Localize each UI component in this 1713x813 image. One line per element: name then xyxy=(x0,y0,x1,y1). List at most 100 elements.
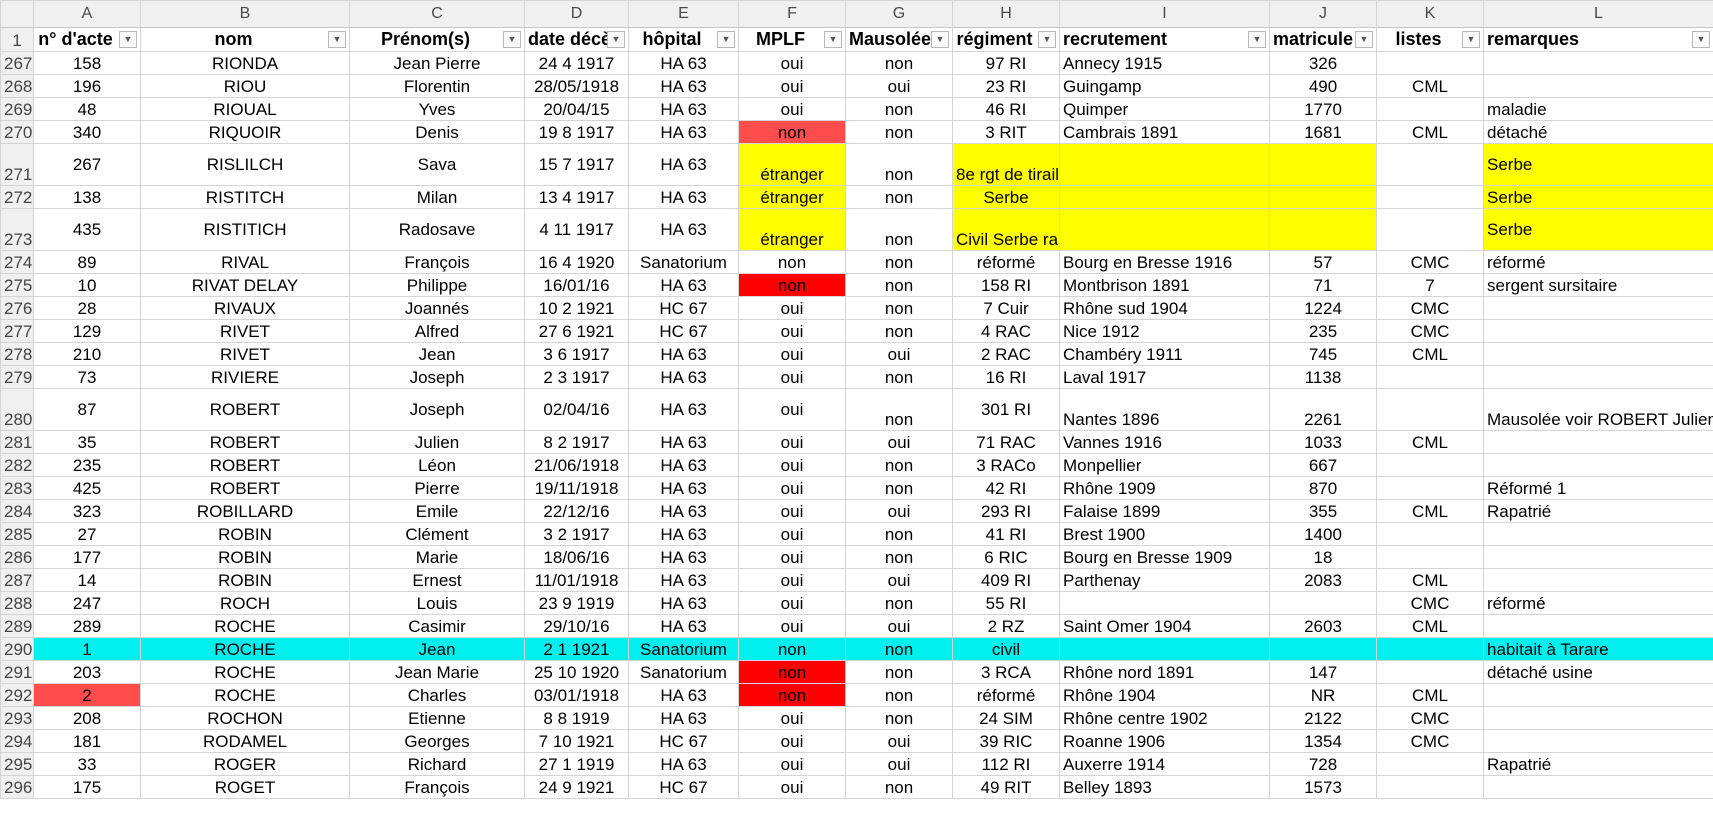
row-number[interactable]: 291 xyxy=(0,660,34,684)
cell-l[interactable] xyxy=(1483,706,1713,730)
cell-f[interactable]: oui xyxy=(738,342,846,366)
column-letter[interactable]: F xyxy=(738,0,846,28)
cell-a[interactable]: 175 xyxy=(33,775,141,799)
cell-a[interactable]: 129 xyxy=(33,319,141,343)
cell-f[interactable]: non xyxy=(738,120,846,144)
cell-f[interactable]: oui xyxy=(738,74,846,98)
cell-l[interactable]: réformé xyxy=(1483,591,1713,615)
cell-k[interactable]: 7 xyxy=(1376,273,1484,297)
cell-i[interactable]: Bourg en Bresse 1909 xyxy=(1059,545,1270,569)
cell-l[interactable] xyxy=(1483,342,1713,366)
header-cell-matricule[interactable]: matricule ▼ xyxy=(1269,27,1377,52)
column-letter[interactable]: J xyxy=(1269,0,1377,28)
cell-c[interactable]: Joseph xyxy=(349,388,525,431)
cell-l[interactable] xyxy=(1483,296,1713,320)
row-number[interactable]: 294 xyxy=(0,729,34,753)
cell-k[interactable]: CMC xyxy=(1376,319,1484,343)
cell-l[interactable] xyxy=(1483,453,1713,477)
cell-c[interactable]: Jean Pierre xyxy=(349,51,525,75)
cell-d[interactable]: 3 2 1917 xyxy=(524,522,629,546)
cell-a[interactable]: 435 xyxy=(33,208,141,251)
cell-a[interactable]: 35 xyxy=(33,430,141,454)
cell-e[interactable]: HC 67 xyxy=(628,296,739,320)
cell-c[interactable]: Ernest xyxy=(349,568,525,592)
cell-i[interactable]: Roanne 1906 xyxy=(1059,729,1270,753)
cell-j[interactable] xyxy=(1269,185,1377,209)
cell-l[interactable] xyxy=(1483,365,1713,389)
cell-j[interactable]: 1770 xyxy=(1269,97,1377,121)
cell-j[interactable]: 1354 xyxy=(1269,729,1377,753)
cell-i[interactable]: Auxerre 1914 xyxy=(1059,752,1270,776)
cell-l[interactable]: maladie xyxy=(1483,97,1713,121)
cell-e[interactable]: HA 63 xyxy=(628,706,739,730)
cell-e[interactable]: HA 63 xyxy=(628,120,739,144)
cell-c[interactable]: Pierre xyxy=(349,476,525,500)
cell-l[interactable]: habitait à Tarare xyxy=(1483,637,1713,661)
cell-h[interactable]: 4 RAC xyxy=(952,319,1060,343)
cell-j[interactable]: 1400 xyxy=(1269,522,1377,546)
cell-h[interactable]: 409 RI xyxy=(952,568,1060,592)
cell-b[interactable]: RISTITICH xyxy=(140,208,350,251)
cell-b[interactable]: RIVAL xyxy=(140,250,350,274)
cell-j[interactable]: 1573 xyxy=(1269,775,1377,799)
row-number[interactable]: 275 xyxy=(0,273,34,297)
column-letter[interactable]: K xyxy=(1376,0,1484,28)
cell-h[interactable]: 301 RI xyxy=(952,388,1060,431)
header-cell-mplf[interactable]: MPLF ▼ xyxy=(738,27,846,52)
cell-h[interactable]: civil xyxy=(952,637,1060,661)
cell-j[interactable]: 728 xyxy=(1269,752,1377,776)
cell-i[interactable]: Guingamp xyxy=(1059,74,1270,98)
cell-b[interactable]: ROCHE xyxy=(140,637,350,661)
cell-i[interactable]: Rhône 1904 xyxy=(1059,683,1270,707)
cell-i[interactable]: Parthenay xyxy=(1059,568,1270,592)
select-all-corner[interactable] xyxy=(0,0,34,28)
cell-b[interactable]: RODAMEL xyxy=(140,729,350,753)
header-cell-mausolee[interactable]: Mausolée ▼ xyxy=(845,27,953,52)
cell-f[interactable]: oui xyxy=(738,453,846,477)
cell-f[interactable]: oui xyxy=(738,706,846,730)
cell-h[interactable]: 41 RI xyxy=(952,522,1060,546)
cell-c[interactable]: Louis xyxy=(349,591,525,615)
cell-k[interactable]: CML xyxy=(1376,120,1484,144)
cell-e[interactable]: HA 63 xyxy=(628,476,739,500)
cell-h[interactable]: 97 RI xyxy=(952,51,1060,75)
cell-l[interactable]: Serbe xyxy=(1483,208,1713,251)
cell-a[interactable]: 48 xyxy=(33,97,141,121)
cell-d[interactable]: 16 4 1920 xyxy=(524,250,629,274)
header-cell-acte[interactable]: n° d'acte ▼ xyxy=(33,27,141,52)
cell-b[interactable]: RISLILCH xyxy=(140,143,350,186)
row-number[interactable]: 279 xyxy=(0,365,34,389)
row-number[interactable]: 292 xyxy=(0,683,34,707)
cell-h[interactable]: 23 RI xyxy=(952,74,1060,98)
cell-j[interactable] xyxy=(1269,208,1377,251)
row-number[interactable]: 287 xyxy=(0,568,34,592)
cell-d[interactable]: 22/12/16 xyxy=(524,499,629,523)
cell-k[interactable]: CMC xyxy=(1376,706,1484,730)
cell-f[interactable]: oui xyxy=(738,775,846,799)
cell-e[interactable]: HA 63 xyxy=(628,273,739,297)
cell-i[interactable]: Montbrison 1891 xyxy=(1059,273,1270,297)
cell-j[interactable]: 71 xyxy=(1269,273,1377,297)
cell-d[interactable]: 11/01/1918 xyxy=(524,568,629,592)
cell-k[interactable]: CML xyxy=(1376,568,1484,592)
cell-b[interactable]: RIVET xyxy=(140,319,350,343)
cell-c[interactable]: Emile xyxy=(349,499,525,523)
cell-g[interactable]: non xyxy=(845,522,953,546)
cell-k[interactable] xyxy=(1376,545,1484,569)
row-number[interactable]: 278 xyxy=(0,342,34,366)
filter-dropdown-icon[interactable]: ▼ xyxy=(931,31,949,48)
cell-b[interactable]: RIQUOIR xyxy=(140,120,350,144)
cell-b[interactable]: ROBIN xyxy=(140,545,350,569)
cell-f[interactable]: oui xyxy=(738,729,846,753)
cell-h[interactable]: Serbe xyxy=(952,185,1060,209)
cell-k[interactable] xyxy=(1376,775,1484,799)
cell-f[interactable]: étranger xyxy=(738,208,846,251)
cell-i[interactable]: Laval 1917 xyxy=(1059,365,1270,389)
cell-e[interactable]: HA 63 xyxy=(628,752,739,776)
cell-e[interactable]: HA 63 xyxy=(628,683,739,707)
cell-a[interactable]: 289 xyxy=(33,614,141,638)
cell-e[interactable]: HA 63 xyxy=(628,430,739,454)
cell-k[interactable]: CMC xyxy=(1376,729,1484,753)
cell-g[interactable]: non xyxy=(845,208,953,251)
column-letter[interactable]: D xyxy=(524,0,629,28)
